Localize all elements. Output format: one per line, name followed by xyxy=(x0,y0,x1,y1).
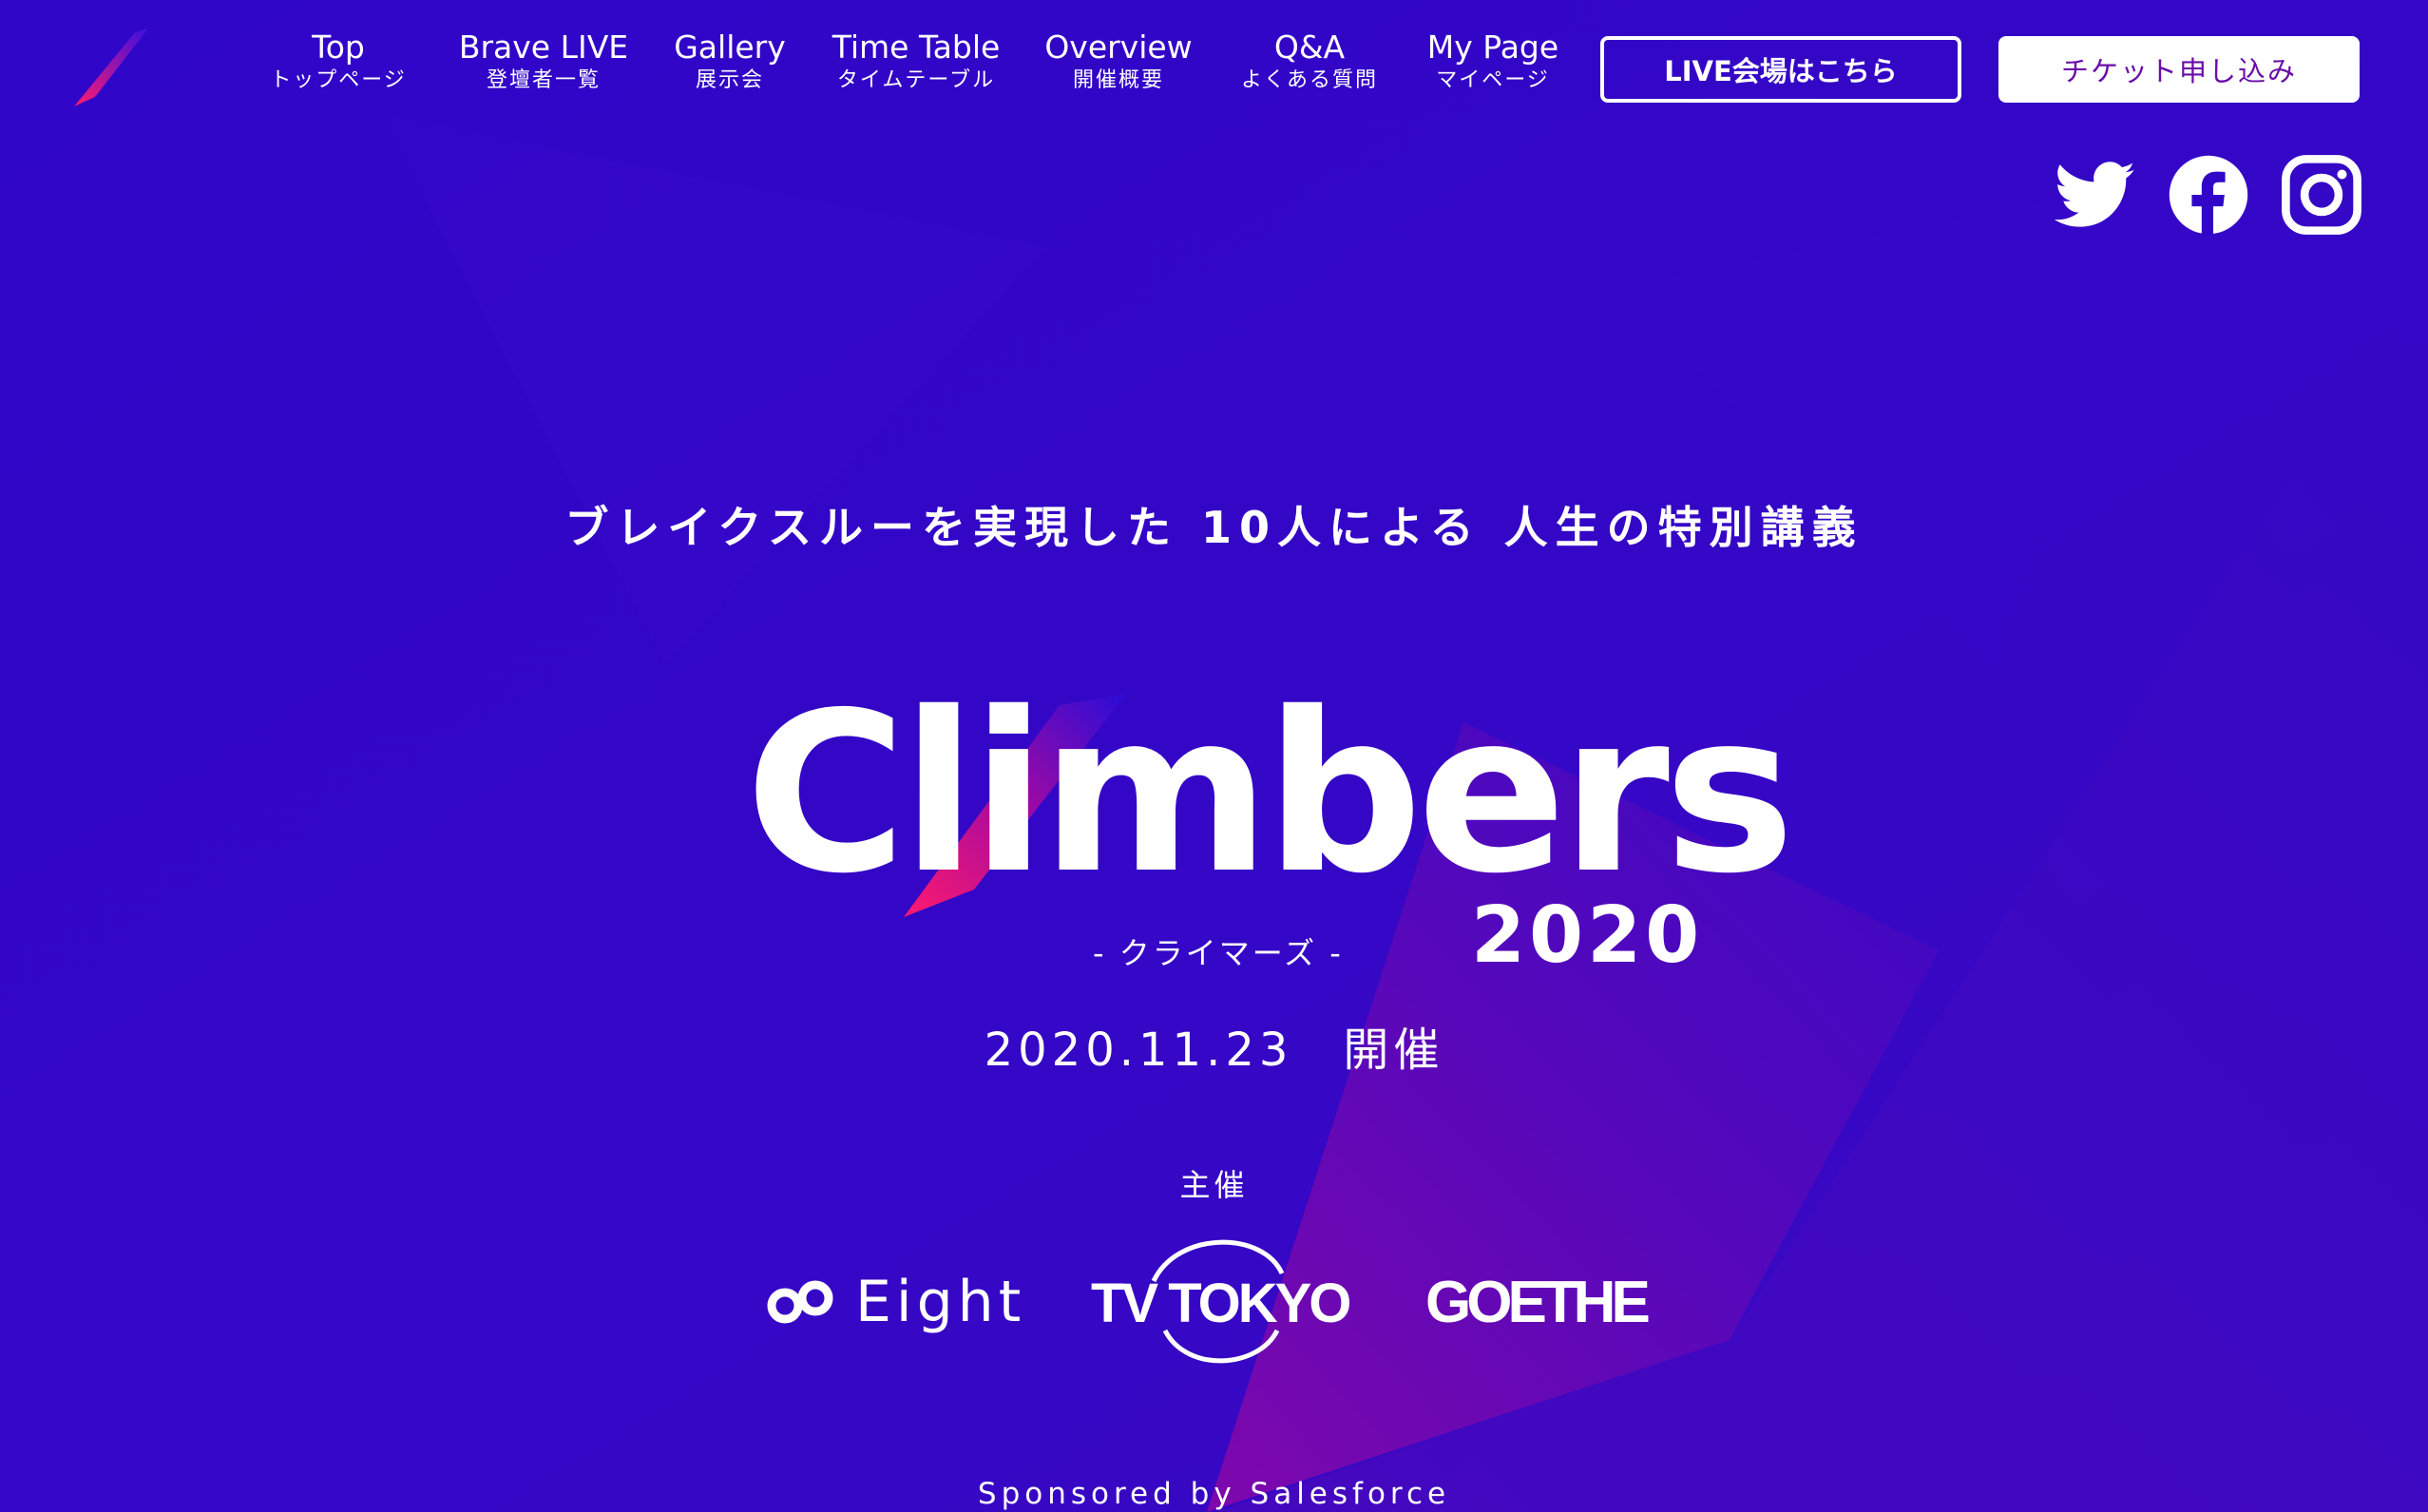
nav-item-time-table-label: Time Table xyxy=(832,29,1001,66)
nav-item-top-label: Top xyxy=(312,29,365,66)
nav-item-brave-live-sub: 登壇者一覧 xyxy=(486,68,601,92)
event-date: 2020.11.23 開催 xyxy=(984,1024,1444,1077)
goethe-logo: GOETHE xyxy=(1425,1270,1651,1335)
tv-tokyo-logo: TV TOKYO xyxy=(1087,1235,1351,1368)
eight-logo-text: Eight xyxy=(855,1269,1026,1335)
nav-item-brave-live[interactable]: Brave LIVE 登壇者一覧 xyxy=(449,29,639,108)
nav-item-overview-label: Overview xyxy=(1044,29,1193,66)
nav-item-brave-live-label: Brave LIVE xyxy=(458,29,629,66)
nav-item-my-page-sub: マイページ xyxy=(1436,68,1550,92)
nav-item-qa[interactable]: Q&A よくある質問 xyxy=(1214,29,1405,108)
ticket-apply-button[interactable]: チケット申し込み xyxy=(1998,36,2360,103)
nav-item-time-table-sub: タイムテーブル xyxy=(836,68,996,92)
tv-tokyo-logo-text: TV TOKYO xyxy=(1091,1273,1351,1334)
nav-item-qa-label: Q&A xyxy=(1273,29,1346,66)
nav-item-gallery[interactable]: Gallery 展示会 xyxy=(635,29,825,108)
instagram-icon[interactable] xyxy=(2281,154,2362,236)
climbers-logo-icon[interactable] xyxy=(68,27,154,112)
eight-logo: Eight xyxy=(766,1264,1025,1340)
nav-item-gallery-sub: 展示会 xyxy=(695,68,764,92)
event-title: Climbers xyxy=(745,665,1795,922)
event-year: 2020 xyxy=(1471,890,1704,981)
twitter-icon[interactable] xyxy=(2055,154,2136,236)
nav-item-top[interactable]: Top トップページ xyxy=(243,29,433,108)
nav-item-top-sub: トップページ xyxy=(270,68,407,92)
nav-item-my-page-label: My Page xyxy=(1426,29,1559,66)
nav-item-time-table[interactable]: Time Table タイムテーブル xyxy=(821,29,1011,108)
nav-item-overview[interactable]: Overview 開催概要 xyxy=(1023,29,1214,108)
live-venue-button[interactable]: LIVE会場はこちら xyxy=(1600,36,1961,103)
sponsor-text: Sponsored by Salesforce xyxy=(977,1477,1451,1511)
title-reading: - クライマーズ - xyxy=(1093,935,1344,971)
nav-item-qa-sub: よくある質問 xyxy=(1240,68,1378,92)
organizer-label: 主催 xyxy=(1179,1167,1249,1203)
nav-item-gallery-label: Gallery xyxy=(674,29,786,66)
eight-infinity-icon xyxy=(767,1280,833,1324)
hero-tagline: ブレイクスルーを実現した 10人による 人生の特別講義 xyxy=(564,502,1864,553)
nav-item-my-page[interactable]: My Page マイページ xyxy=(1398,29,1588,108)
facebook-icon[interactable] xyxy=(2168,154,2249,236)
nav-item-overview-sub: 開催概要 xyxy=(1072,68,1164,92)
